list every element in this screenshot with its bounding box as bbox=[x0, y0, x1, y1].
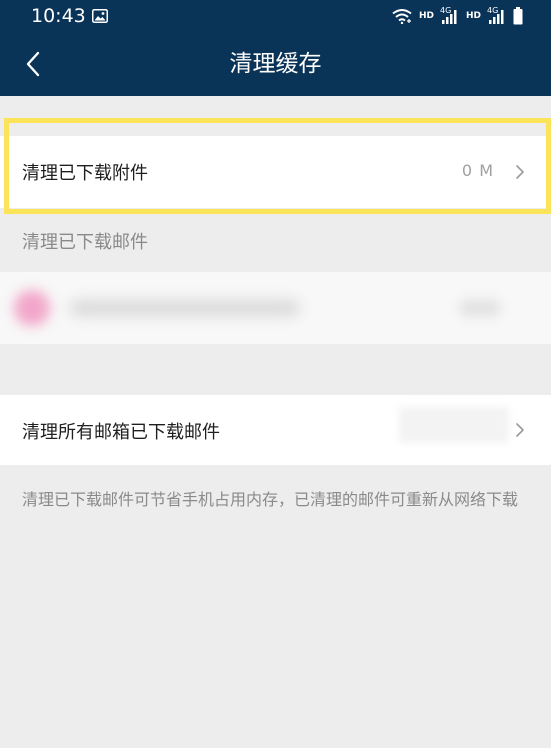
status-bar: 10:43 HD 4G HD 4G bbox=[0, 0, 551, 32]
page-title: 清理缓存 bbox=[229, 51, 322, 77]
nav-bar: 清理缓存 bbox=[0, 32, 551, 96]
redacted-size-value bbox=[399, 407, 509, 443]
section-header: 清理已下载邮件 bbox=[22, 232, 148, 253]
footnote-text: 清理已下载邮件可节省手机占用内存，已清理的邮件可重新从网络下载 bbox=[22, 490, 519, 509]
clear-all-mailboxes-label: 清理所有邮箱已下载邮件 bbox=[22, 422, 220, 443]
avatar bbox=[14, 290, 50, 326]
redacted-mailbox-row[interactable] bbox=[0, 272, 551, 344]
redacted-size-value bbox=[459, 300, 501, 316]
status-time: 10:43 bbox=[31, 5, 86, 27]
attachments-size-value: 0 M bbox=[461, 161, 494, 180]
hd-label: HD bbox=[465, 11, 481, 21]
photo-icon bbox=[92, 9, 108, 23]
signal-icon bbox=[489, 10, 504, 24]
signal-indicator: 4G bbox=[487, 7, 507, 25]
redacted-account-name bbox=[70, 300, 300, 316]
chevron-right-icon bbox=[516, 423, 524, 437]
hd-label: HD bbox=[418, 11, 434, 21]
signal-indicator: 4G bbox=[440, 7, 460, 25]
wifi-icon bbox=[392, 9, 412, 24]
status-indicators: HD 4G HD 4G bbox=[391, 6, 523, 26]
clear-attachments-row[interactable]: 清理已下载附件 0 M bbox=[0, 136, 551, 208]
battery-icon bbox=[513, 7, 523, 25]
chevron-right-icon bbox=[516, 165, 524, 179]
clear-attachments-label: 清理已下载附件 bbox=[22, 163, 148, 184]
signal-icon bbox=[441, 10, 457, 24]
clear-all-mailboxes-row[interactable]: 清理所有邮箱已下载邮件 bbox=[0, 395, 551, 465]
